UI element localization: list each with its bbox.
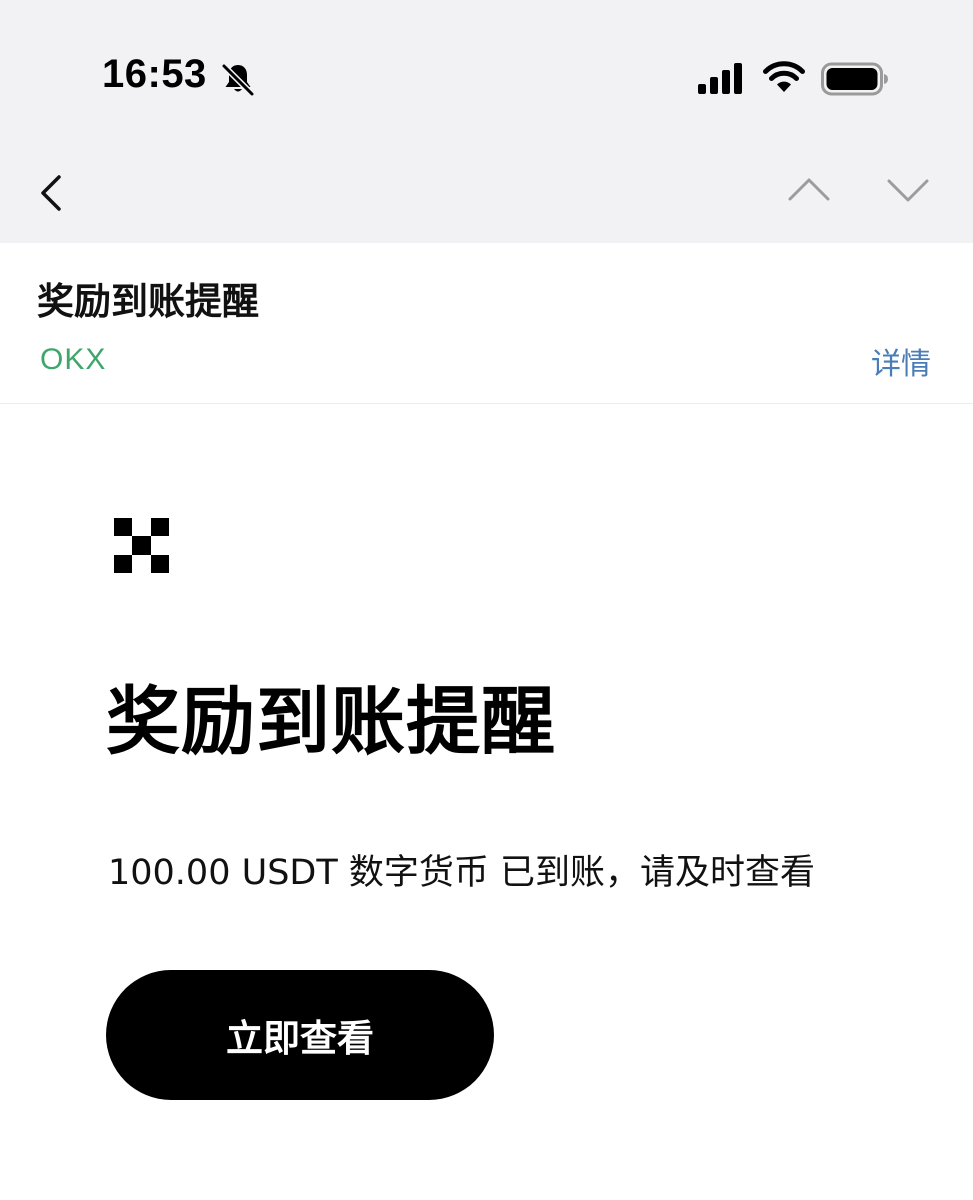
okx-logo: [114, 518, 169, 573]
wifi-icon: [763, 61, 805, 92]
view-now-button[interactable]: 立即查看: [106, 970, 494, 1100]
battery-icon: [821, 62, 888, 96]
chevron-down-icon[interactable]: [882, 170, 934, 210]
message-body: 奖励到账提醒 100.00 USDT 数字货币 已到账，请及时查看 立即查看: [0, 404, 973, 1200]
detail-link[interactable]: 详情: [871, 339, 931, 383]
chevron-up-icon[interactable]: [783, 170, 835, 210]
view-now-button-label: 立即查看: [226, 1017, 374, 1060]
hero-title: 奖励到账提醒: [106, 679, 556, 765]
chevron-left-icon[interactable]: [26, 163, 76, 223]
status-bar: 16:53: [0, 0, 973, 150]
body-text: 100.00 USDT 数字货币 已到账，请及时查看: [108, 853, 816, 893]
message-title: 奖励到账提醒: [37, 280, 259, 323]
signal-icon: [698, 63, 742, 94]
status-time: 16:53: [102, 52, 207, 96]
nav-bar: [0, 150, 973, 243]
top-area: 16:53: [0, 0, 973, 243]
bell-off-icon: [221, 63, 255, 97]
message-header: 奖励到账提醒 OKX 详情: [0, 243, 973, 404]
message-sender: OKX: [40, 343, 107, 376]
screen: 16:53 奖励到账提醒 OKX 详情 奖励到账提醒 100.00 USDT 数…: [0, 0, 973, 1200]
